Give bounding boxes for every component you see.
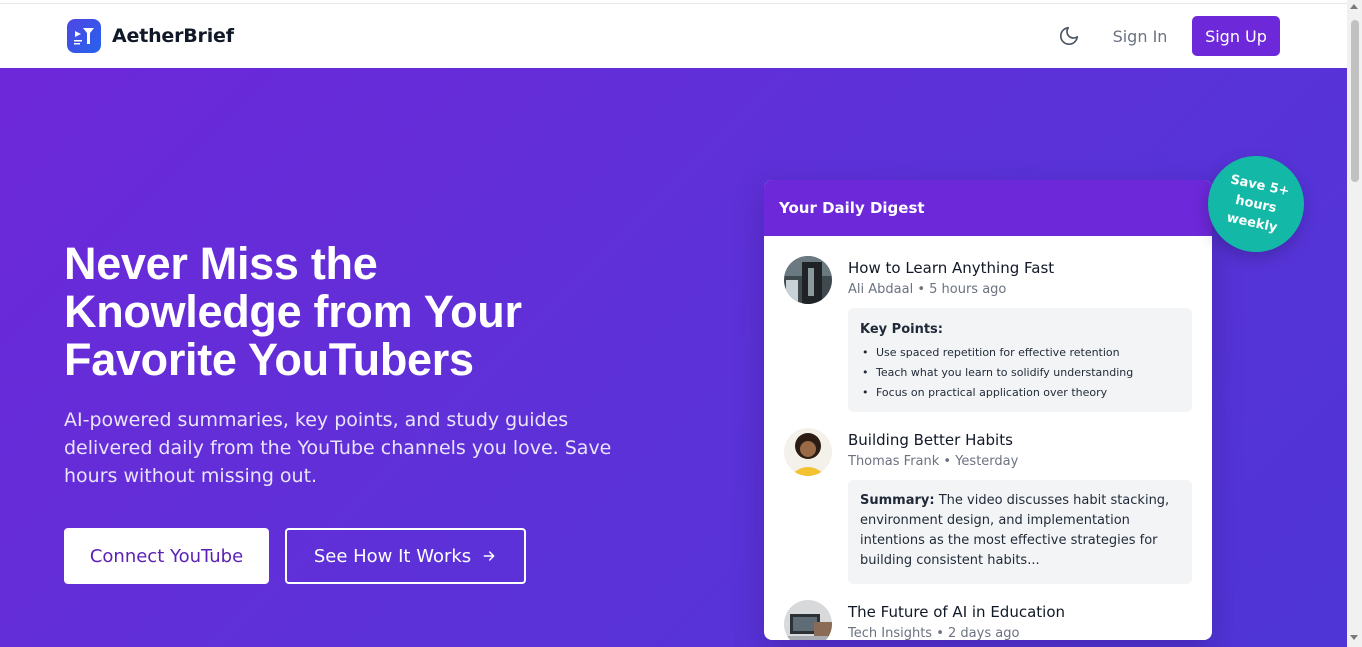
avatar: [784, 428, 832, 476]
see-how-label: See How It Works: [313, 545, 472, 567]
moon-icon[interactable]: [1058, 25, 1080, 47]
headline-line: Favorite YouTubers: [64, 334, 474, 385]
key-point: Focus on practical application over theo…: [860, 383, 1180, 403]
digest-item[interactable]: Building Better Habits Thomas Frank • Ye…: [784, 428, 1204, 588]
scroll-thumb[interactable]: [1351, 20, 1359, 182]
headline-line: Knowledge from Your: [64, 286, 522, 337]
summary-text: Summary: The video discusses habit stack…: [860, 491, 1180, 571]
save-hours-badge: Save 5+ hours weekly: [1199, 147, 1313, 261]
page-scrollbar[interactable]: [1347, 0, 1362, 647]
video-meta: Thomas Frank • Yesterday: [848, 454, 1019, 469]
hero-headline: Never Miss the Knowledge from Your Favor…: [64, 240, 664, 384]
key-points-label: Key Points:: [860, 322, 943, 337]
video-title: The Future of AI in Education: [848, 603, 1066, 621]
key-points-box: Key Points: Use spaced repetition for ef…: [848, 308, 1192, 412]
see-how-it-works-button[interactable]: See How It Works: [285, 528, 526, 584]
video-title: Building Better Habits: [848, 431, 1013, 449]
scroll-down-icon[interactable]: [1350, 635, 1358, 640]
daily-digest-card: Your Daily Digest How to Learn Anything …: [764, 180, 1212, 640]
connect-youtube-label: Connect YouTube: [89, 545, 244, 567]
hero-subtext: AI-powered summaries, key points, and st…: [64, 409, 612, 487]
sign-in-button[interactable]: Sign In: [1103, 18, 1177, 54]
summary-label: Summary:: [860, 493, 935, 508]
digest-item[interactable]: How to Learn Anything Fast Ali Abdaal • …: [784, 256, 1204, 416]
connect-youtube-button[interactable]: Connect YouTube: [64, 528, 269, 584]
video-meta: Ali Abdaal • 5 hours ago: [848, 282, 1007, 297]
key-points-list: Use spaced repetition for effective rete…: [860, 343, 1180, 403]
summary-box: Summary: The video discusses habit stack…: [848, 480, 1192, 584]
avatar: [784, 256, 832, 304]
key-point: Use spaced repetition for effective rete…: [860, 343, 1180, 363]
sign-up-button[interactable]: Sign Up: [1192, 16, 1280, 56]
key-point: Teach what you learn to solidify underst…: [860, 363, 1180, 383]
digest-title: Your Daily Digest: [764, 180, 1212, 236]
hero-section: Never Miss the Knowledge from Your Favor…: [0, 68, 1347, 647]
avatar: [784, 600, 832, 640]
headline-line: Never Miss the: [64, 238, 378, 289]
scroll-up-icon[interactable]: [1350, 4, 1358, 9]
logo-icon[interactable]: [67, 19, 101, 53]
site-header: AetherBrief Sign In Sign Up: [0, 4, 1347, 68]
arrow-right-icon: [483, 551, 495, 561]
brand-name[interactable]: AetherBrief: [112, 25, 234, 47]
video-meta: Tech Insights • 2 days ago: [848, 626, 1020, 640]
digest-item[interactable]: The Future of AI in Education Tech Insig…: [784, 600, 1204, 640]
video-title: How to Learn Anything Fast: [848, 259, 1055, 277]
